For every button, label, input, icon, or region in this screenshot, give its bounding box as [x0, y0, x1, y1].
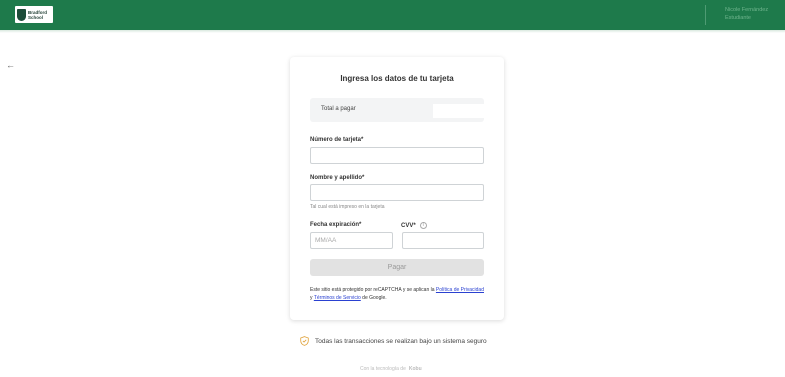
card-number-label: Número de tarjeta*	[310, 137, 364, 143]
terms-of-service-link[interactable]: Términos de Servicio	[314, 295, 361, 301]
name-hint: Tal cual está impreso en la tarjeta	[310, 204, 385, 210]
total-label: Total a pagar	[321, 106, 356, 112]
cvv-label-group: CVV* i	[401, 222, 427, 229]
user-name: Nicole Fernández	[725, 7, 769, 13]
total-box: Total a pagar	[310, 98, 493, 122]
cvv-input[interactable]	[402, 232, 484, 249]
powered-by: Con la tecnología de Kobu	[360, 366, 422, 372]
header-divider	[705, 5, 706, 25]
name-label: Nombre y apellido*	[310, 175, 365, 181]
secure-notice: Todas las transacciones se realizan bajo…	[300, 336, 487, 346]
payment-card: Ingresa los datos de tu tarjeta Total a …	[290, 57, 504, 320]
privacy-policy-link[interactable]: Política de Privacidad	[436, 287, 484, 293]
card-number-input[interactable]	[310, 147, 484, 164]
pay-button[interactable]: Pagar	[310, 259, 484, 276]
cvv-label: CVV*	[401, 223, 416, 230]
shield-check-icon	[300, 336, 309, 346]
user-role: Estudiante	[725, 15, 751, 21]
info-icon[interactable]: i	[419, 222, 427, 229]
legal-suffix: de Google.	[360, 294, 387, 301]
school-logo[interactable]: Bradford School	[15, 6, 53, 23]
card-title: Ingresa los datos de tu tarjeta	[340, 74, 454, 83]
expiry-input[interactable]	[310, 232, 393, 249]
expiry-label: Fecha expiración*	[310, 222, 362, 228]
crest-icon	[17, 8, 26, 21]
legal-notice: Este sitio está protegido por reCAPTCHA …	[310, 287, 486, 302]
name-input[interactable]	[310, 184, 484, 201]
top-bar: Bradford School Nicole Fernández Estudia…	[0, 0, 785, 30]
total-value	[433, 104, 493, 118]
powered-prefix: Con la tecnología de	[360, 366, 406, 372]
legal-prefix: Este sitio está protegido por reCAPTCHA …	[310, 287, 436, 293]
powered-brand: Kobu	[408, 366, 422, 372]
secure-text: Todas las transacciones se realizan bajo…	[315, 337, 487, 345]
logo-text: Bradford School	[28, 10, 47, 20]
logo-line-2: School	[28, 14, 44, 20]
top-bar-shadow	[0, 30, 785, 33]
user-info: Nicole Fernández Estudiante	[725, 6, 768, 22]
back-arrow-icon[interactable]: ←	[6, 60, 16, 70]
